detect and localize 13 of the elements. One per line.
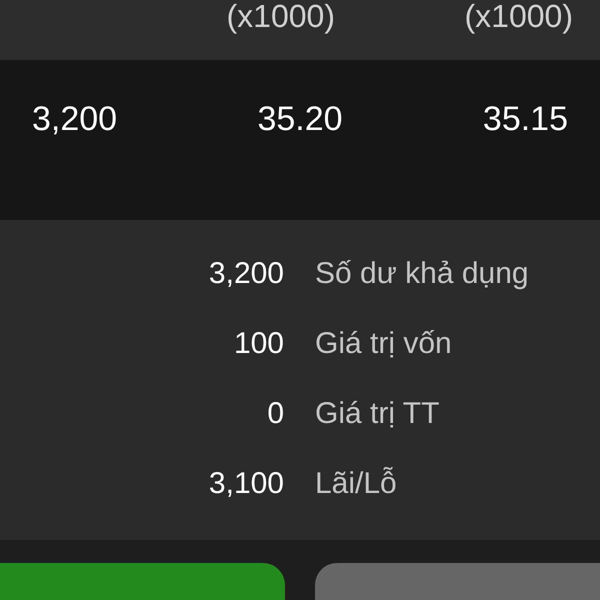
table-cell: 3,200 bbox=[32, 102, 118, 136]
summary-value: 0 bbox=[266, 399, 284, 429]
table-cell: 35.20 bbox=[257, 102, 343, 136]
column-header: (x1000) bbox=[226, 0, 335, 36]
summary-label: Lãi/Lỗ bbox=[315, 469, 397, 499]
summary-label: Số dư khả dụng bbox=[315, 259, 529, 289]
table-cell: 35.15 bbox=[482, 102, 568, 136]
summary-value: 3,100 bbox=[208, 469, 284, 499]
summary-value: 3,200 bbox=[208, 259, 284, 289]
column-header: (x1000) bbox=[464, 0, 573, 36]
summary-label: Giá trị vốn bbox=[315, 329, 452, 359]
summary-label: Giá trị TT bbox=[315, 399, 440, 429]
summary-value: 100 bbox=[232, 329, 284, 359]
